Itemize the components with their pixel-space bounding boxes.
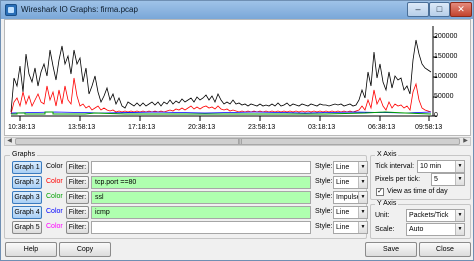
- chevron-down-icon: ▼: [455, 224, 464, 235]
- x-tick-label: 13:58:13: [68, 124, 96, 131]
- title-bar[interactable]: Wireshark IO Graphs: firma.pcap – □ ✕: [1, 1, 473, 19]
- x-tick-label: 06:38:13: [368, 124, 396, 131]
- graph-2-filter-button[interactable]: Filter:: [66, 176, 89, 189]
- x-tick-label: 10:38:13: [8, 124, 36, 131]
- graph-5-style-value: Line: [336, 224, 350, 231]
- pixels-per-tick-value: 5: [434, 176, 438, 183]
- graph-4-style-value: Line: [336, 209, 350, 216]
- maximize-button[interactable]: □: [429, 2, 450, 17]
- x-tick-label: 03:18:13: [308, 124, 336, 131]
- x-tick-label: 09:58:13: [415, 124, 443, 131]
- graph-4-color-label: Color: [46, 208, 63, 215]
- y-tick-label: 0: [434, 112, 438, 119]
- graph-2-color-label: Color: [46, 178, 63, 185]
- graph-1-filter-button[interactable]: Filter:: [66, 161, 89, 174]
- unit-label: Unit:: [375, 212, 390, 219]
- pixels-per-tick-select[interactable]: 5 ▼: [431, 173, 465, 186]
- graph-3-style-value: Impulse: [336, 194, 361, 201]
- graph-1-color-label: Color: [46, 163, 63, 170]
- minimize-button[interactable]: –: [407, 2, 429, 17]
- graph-5-button[interactable]: Graph 5: [12, 221, 42, 234]
- y-axis-group-title: Y Axis: [375, 200, 399, 207]
- graph-2-style-label: Style:: [315, 178, 333, 185]
- graph-2-series-line: [10, 77, 432, 115]
- graph-3-color-label: Color: [46, 193, 63, 200]
- graph-3-button[interactable]: Graph 3: [12, 191, 42, 204]
- io-graphs-window: Wireshark IO Graphs: firma.pcap – □ ✕ 10…: [0, 0, 474, 261]
- graph-3-style-select[interactable]: Impulse ▼: [333, 191, 368, 204]
- graph-5-filter-button[interactable]: Filter:: [66, 221, 89, 234]
- chevron-down-icon: ▼: [358, 177, 367, 188]
- graph-5-style-label: Style:: [315, 223, 333, 230]
- wireshark-app-icon: [5, 4, 17, 16]
- y-tick-label: 100000: [434, 73, 458, 80]
- y-axis-group: Y Axis Unit: Packets/Tick ▼ Scale: Auto …: [370, 200, 471, 239]
- x-tick-label: 23:58:13: [248, 124, 276, 131]
- graph-4-style-select[interactable]: Line ▼: [333, 206, 368, 219]
- graphs-group: Graphs Graph 1 Color Filter: Style: Line…: [4, 151, 368, 239]
- graph-1-style-select[interactable]: Line ▼: [333, 161, 368, 174]
- chevron-down-icon: ▼: [455, 210, 464, 221]
- graph-1-style-value: Line: [336, 164, 350, 171]
- graph-4-filter-button[interactable]: Filter:: [66, 206, 89, 219]
- graph-1-style-label: Style:: [315, 163, 333, 170]
- x-axis-group-title: X Axis: [375, 151, 399, 158]
- close-button[interactable]: Close: [419, 242, 471, 257]
- scroll-left-arrow-icon[interactable]: ◀: [5, 138, 14, 145]
- graphs-group-title: Graphs: [10, 151, 37, 158]
- graph-3-style-label: Style:: [315, 193, 333, 200]
- unit-select[interactable]: Packets/Tick ▼: [406, 209, 465, 222]
- graph-1-filter-input[interactable]: [91, 161, 311, 174]
- graph-5-color-label: Color: [46, 223, 63, 230]
- graph-2-button[interactable]: Graph 2: [12, 176, 42, 189]
- graph-4-style-label: Style:: [315, 208, 333, 215]
- y-tick-label: 200000: [434, 33, 458, 40]
- chevron-down-icon: ▼: [358, 162, 367, 173]
- tick-interval-select[interactable]: 10 min ▼: [417, 160, 465, 173]
- graph-2-filter-input[interactable]: tcp.port ==80: [91, 176, 311, 189]
- y-tick-label: 150000: [434, 53, 458, 60]
- chevron-down-icon: ▼: [455, 161, 464, 172]
- window-title: Wireshark IO Graphs: firma.pcap: [21, 5, 138, 14]
- pixels-per-tick-label: Pixels per tick:: [375, 176, 421, 183]
- x-tick-label: 17:18:13: [128, 124, 156, 131]
- y-tick-label: 50000: [434, 93, 454, 100]
- scroll-right-arrow-icon[interactable]: ▶: [461, 138, 470, 145]
- view-as-time-checkbox[interactable]: ✓: [376, 188, 384, 196]
- close-window-button[interactable]: ✕: [450, 2, 472, 17]
- chevron-down-icon: ▼: [455, 174, 464, 185]
- scrollbar-grip-icon: |||: [238, 139, 242, 145]
- tick-interval-value: 10 min: [420, 163, 442, 170]
- graph-4-button[interactable]: Graph 4: [12, 206, 42, 219]
- chevron-down-icon: ▼: [358, 207, 367, 218]
- copy-button[interactable]: Copy: [59, 242, 111, 257]
- x-tick-label: 20:38:13: [188, 124, 216, 131]
- x-axis-ticks: [19, 116, 430, 121]
- chevron-down-icon: ▼: [358, 192, 367, 203]
- graph-2-style-value: Line: [336, 179, 350, 186]
- view-as-time-label: View as time of day: [387, 188, 448, 195]
- scrollbar-thumb[interactable]: |||: [15, 138, 460, 145]
- tick-interval-label: Tick interval:: [375, 163, 415, 170]
- io-graph-plot: [10, 26, 437, 121]
- graph-5-filter-input[interactable]: [91, 221, 311, 234]
- graph-4-filter-input[interactable]: icmp: [91, 206, 311, 219]
- unit-value: Packets/Tick: [409, 212, 449, 219]
- x-axis-group: X Axis Tick interval: 10 min ▼ Pixels pe…: [370, 151, 471, 200]
- graph-3-filter-button[interactable]: Filter:: [66, 191, 89, 204]
- scale-select[interactable]: Auto ▼: [406, 223, 465, 236]
- graph-3-filter-input[interactable]: ssl: [91, 191, 311, 204]
- graph-canvas[interactable]: 10:38:13 13:58:13 17:18:13 20:38:13 23:5…: [4, 19, 471, 136]
- scale-value: Auto: [409, 226, 424, 233]
- graph-1-button[interactable]: Graph 1: [12, 161, 42, 174]
- horizontal-scrollbar[interactable]: ◀ ||| ▶: [4, 137, 471, 146]
- graph-2-style-select[interactable]: Line ▼: [333, 176, 368, 189]
- scale-label: Scale:: [375, 226, 395, 233]
- chevron-down-icon: ▼: [358, 222, 367, 233]
- help-button[interactable]: Help: [5, 242, 57, 257]
- graph-5-style-select[interactable]: Line ▼: [333, 221, 368, 234]
- save-button[interactable]: Save: [365, 242, 417, 257]
